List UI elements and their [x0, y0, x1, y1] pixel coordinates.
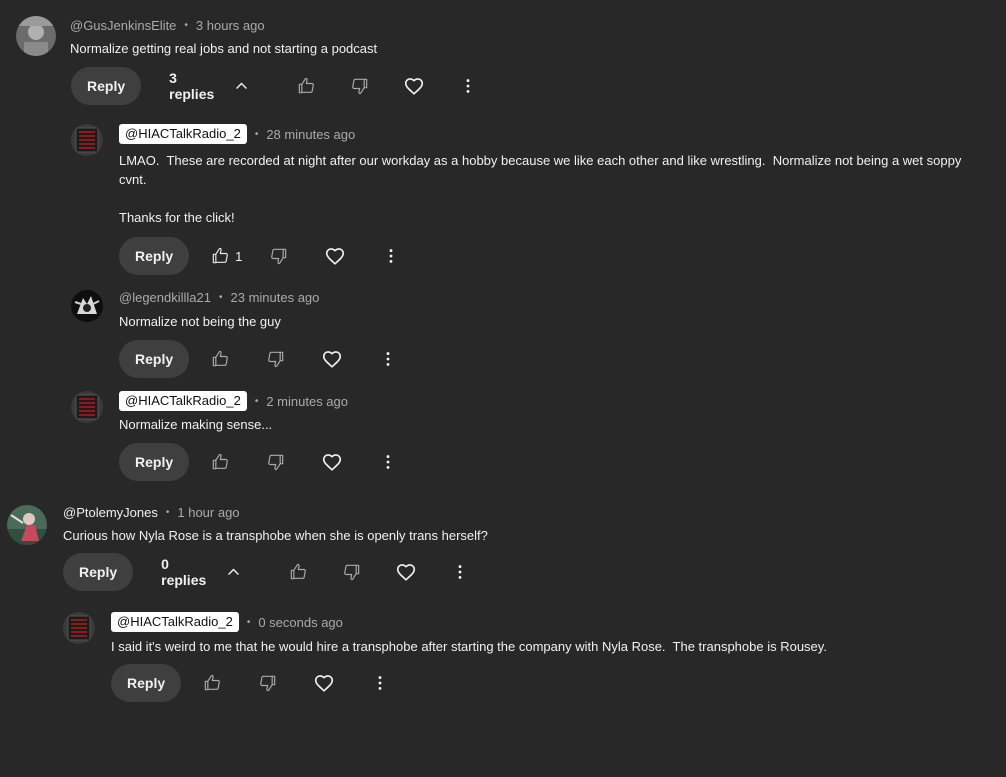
dislike-button[interactable] [257, 340, 295, 378]
like-button[interactable] [201, 443, 239, 481]
channel-owner-badge[interactable]: @HIACTalkRadio_2 [119, 124, 247, 144]
comment-time[interactable]: 2 minutes ago [266, 394, 348, 409]
avatar[interactable] [71, 124, 103, 156]
thumbs-up-icon [296, 76, 316, 96]
comment-text: I said it's weird to me that he would hi… [111, 639, 827, 654]
channel-owner-badge[interactable]: @HIACTalkRadio_2 [111, 612, 239, 632]
comment-text: Normalize making sense... [119, 417, 273, 432]
reply-button[interactable]: Reply [71, 67, 142, 105]
thumbs-down-icon [269, 246, 289, 266]
heart-button[interactable] [316, 237, 354, 275]
reply-button[interactable]: Reply [119, 443, 190, 481]
avatar[interactable] [63, 612, 95, 644]
heart-button[interactable] [396, 67, 432, 105]
thumbs-down-icon [342, 562, 362, 582]
thumbs-down-icon [350, 76, 370, 96]
chevron-up-icon [225, 563, 242, 581]
comment-time[interactable]: 3 hours ago [196, 18, 265, 33]
comment-text: Normalize not being the guy [119, 314, 281, 329]
heart-button[interactable] [313, 443, 351, 481]
reply-button[interactable]: Reply [119, 340, 190, 378]
comment-time[interactable]: 0 seconds ago [258, 615, 343, 630]
replies-count: 3 replies [169, 70, 215, 102]
avatar[interactable] [71, 391, 103, 423]
separator-dot: • [246, 616, 251, 628]
like-button[interactable] [288, 67, 324, 105]
dislike-button[interactable] [342, 67, 378, 105]
thumbs-up-icon [288, 562, 308, 582]
comment-time[interactable]: 1 hour ago [177, 505, 239, 520]
replies-count: 0 replies [161, 556, 207, 588]
comment-time[interactable]: 23 minutes ago [231, 290, 320, 305]
more-vert-icon [381, 246, 401, 266]
reply-button[interactable]: Reply [111, 664, 182, 702]
heart-icon [321, 451, 343, 473]
like-button[interactable] [280, 553, 316, 591]
comment-text: Curious how Nyla Rose is a transphobe wh… [63, 528, 488, 543]
heart-icon [321, 348, 343, 370]
comment-author[interactable]: @legendkillla21 [119, 290, 211, 305]
dislike-button[interactable] [257, 443, 295, 481]
comment-author[interactable]: @GusJenkinsElite [70, 18, 176, 33]
thumbs-down-icon [258, 673, 278, 693]
more-actions-button[interactable] [450, 67, 486, 105]
more-vert-icon [458, 76, 478, 96]
like-button[interactable] [193, 664, 231, 702]
separator-dot: • [218, 291, 223, 303]
dislike-button[interactable] [260, 237, 298, 275]
separator-dot: • [165, 506, 170, 518]
dislike-button[interactable] [334, 553, 370, 591]
more-vert-icon [378, 452, 398, 472]
more-actions-button[interactable] [369, 443, 407, 481]
thumbs-up-icon [210, 349, 230, 369]
heart-icon [403, 75, 425, 97]
more-vert-icon [450, 562, 470, 582]
like-button[interactable] [201, 237, 239, 275]
thumbs-down-icon [266, 452, 286, 472]
replies-toggle-button[interactable]: 3 replies [169, 67, 250, 105]
comment-text: LMAO. These are recorded at night after … [119, 153, 962, 225]
separator-dot: • [254, 395, 259, 407]
heart-icon [313, 672, 335, 694]
more-actions-button[interactable] [361, 664, 399, 702]
more-actions-button[interactable] [372, 237, 410, 275]
avatar[interactable] [7, 505, 47, 545]
reply-button[interactable]: Reply [119, 237, 190, 275]
more-vert-icon [378, 349, 398, 369]
chevron-up-icon [233, 77, 250, 95]
replies-toggle-button[interactable]: 0 replies [161, 553, 242, 591]
like-button[interactable] [201, 340, 239, 378]
thumbs-down-icon [266, 349, 286, 369]
more-actions-button[interactable] [442, 553, 478, 591]
separator-dot: • [254, 128, 259, 140]
heart-button[interactable] [313, 340, 351, 378]
comment-time[interactable]: 28 minutes ago [266, 127, 355, 142]
comment-author[interactable]: @PtolemyJones [63, 505, 158, 520]
more-actions-button[interactable] [369, 340, 407, 378]
heart-icon [395, 561, 417, 583]
reply-button[interactable]: Reply [63, 553, 134, 591]
heart-button[interactable] [388, 553, 424, 591]
comment-text: Normalize getting real jobs and not star… [70, 41, 378, 56]
more-vert-icon [370, 673, 390, 693]
like-count: 1 [235, 248, 243, 264]
avatar[interactable] [16, 16, 56, 56]
dislike-button[interactable] [249, 664, 287, 702]
thumbs-up-icon [210, 452, 230, 472]
channel-owner-badge[interactable]: @HIACTalkRadio_2 [119, 391, 247, 411]
heart-button[interactable] [305, 664, 343, 702]
avatar[interactable] [71, 290, 103, 322]
separator-dot: • [184, 19, 188, 31]
thumbs-up-icon [210, 246, 230, 266]
thumbs-up-icon [202, 673, 222, 693]
heart-icon [324, 245, 346, 267]
